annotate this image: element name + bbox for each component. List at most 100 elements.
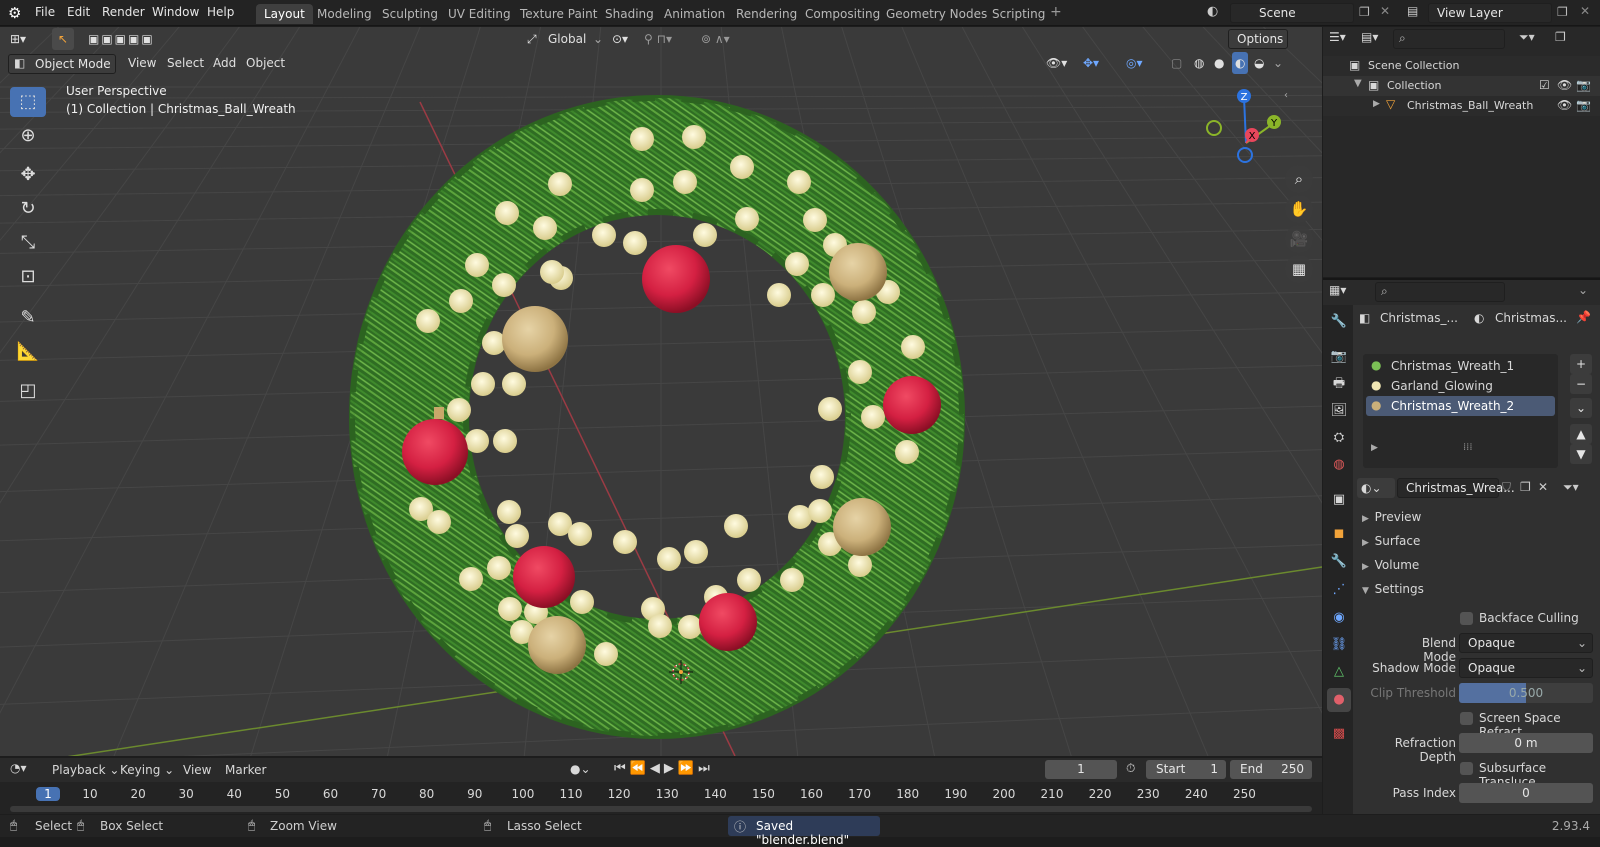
menu-window[interactable]: Window	[152, 5, 199, 19]
zoom-view-icon[interactable]: ⌕	[1285, 165, 1313, 193]
view-layer-tab-icon[interactable]: 🖼	[1327, 399, 1351, 423]
properties-search-input[interactable]	[1375, 282, 1505, 302]
tab-rendering[interactable]: Rendering	[728, 4, 805, 24]
backface-culling-checkbox[interactable]	[1460, 612, 1473, 625]
constraints-tab-icon[interactable]: ⛓	[1327, 633, 1351, 657]
menu-file[interactable]: File	[35, 5, 55, 19]
editor-type-icon[interactable]: ⊞▾	[10, 28, 26, 50]
tab-animation[interactable]: Animation	[656, 4, 733, 24]
xray-icon[interactable]: ▢	[1171, 52, 1182, 74]
gizmo-toggle-icon[interactable]: ✥▾	[1083, 52, 1099, 74]
link-dropdown-icon[interactable]: ⏷▾	[1563, 480, 1579, 495]
menu-help[interactable]: Help	[207, 5, 234, 19]
camera-icon[interactable]: 📷	[1576, 78, 1591, 92]
properties-editor-icon[interactable]: ▦▾	[1329, 283, 1346, 297]
camera-view-icon[interactable]: 🎥	[1285, 225, 1313, 253]
render-tab-icon[interactable]: 📷	[1327, 345, 1351, 369]
duplicate-material-icon[interactable]: ❐	[1520, 480, 1531, 494]
menu-render[interactable]: Render	[102, 5, 145, 19]
tab-geometry-nodes[interactable]: Geometry Nodes	[878, 4, 995, 24]
pin-icon[interactable]: 📌	[1576, 310, 1591, 324]
checkbox-icon[interactable]: ☑	[1539, 78, 1550, 92]
new-collection-icon[interactable]: ❐	[1555, 30, 1566, 44]
material-slot-list[interactable]: ● Christmas_Wreath_1 ● Garland_Glowing ●…	[1363, 354, 1558, 468]
eye-icon[interactable]: 👁	[1557, 98, 1572, 112]
outliner-row-collection[interactable]: ▼ ▣ Collection ☑ 👁 📷	[1323, 76, 1600, 96]
scene-icon[interactable]: ◐	[1207, 4, 1218, 19]
particles-tab-icon[interactable]: ⋰	[1327, 578, 1351, 602]
output-tab-icon[interactable]: 🖶	[1327, 372, 1351, 396]
scene-field[interactable]: Scene	[1230, 3, 1354, 23]
menu-keying[interactable]: Keying ⌄	[120, 763, 174, 777]
overlay-toggle-icon[interactable]: ◎▾	[1126, 52, 1143, 74]
chevron-down-icon[interactable]: ⌄	[1578, 283, 1588, 297]
select-box-tool[interactable]: ⬚	[10, 87, 46, 117]
tab-modeling[interactable]: Modeling	[309, 4, 380, 24]
select-mode-icon[interactable]: ↖	[52, 28, 74, 50]
menu-marker[interactable]: Marker	[225, 763, 266, 777]
screen-space-refraction-checkbox[interactable]	[1460, 712, 1473, 725]
frame-ruler[interactable]: 1 10 20 30 40 50 60 70 80 90 100 110 120 130 140 150 160…	[0, 784, 1322, 806]
sidebar-toggle-chevron-icon[interactable]: ‹	[1284, 90, 1288, 101]
move-slot-down-icon[interactable]: ▼	[1570, 444, 1592, 464]
list-filter-chevron-icon[interactable]: ▶	[1371, 443, 1378, 453]
tab-compositing[interactable]: Compositing	[797, 4, 888, 24]
add-workspace-icon[interactable]: +	[1050, 4, 1062, 20]
view-layer-icon[interactable]: ▤	[1407, 4, 1418, 18]
blender-logo-icon[interactable]: ⚙	[8, 4, 21, 22]
proportional-edit-icon[interactable]: ⊚ ∧▾	[701, 28, 730, 50]
tab-scripting[interactable]: Scripting	[984, 4, 1053, 24]
shading-options-chevron-icon[interactable]: ⌄	[1273, 52, 1283, 74]
material-preview-shading-icon[interactable]: ◐	[1232, 52, 1249, 74]
outliner-row-object[interactable]: ▶ ▽ Christmas_Ball_Wreath 👁 📷	[1323, 96, 1600, 116]
menu-view[interactable]: View	[128, 52, 156, 74]
tab-layout[interactable]: Layout	[256, 4, 313, 24]
ortho-toggle-icon[interactable]: ▦	[1285, 255, 1313, 283]
timeline-editor-icon[interactable]: ◔▾	[10, 761, 27, 775]
collapse-chevron-icon[interactable]: ▶	[1373, 99, 1380, 109]
visibility-icon[interactable]: 👁▾	[1046, 52, 1067, 74]
material-slot-row-selected[interactable]: ● Christmas_Wreath_2	[1366, 396, 1555, 416]
transform-orientation-dropdown[interactable]: Global	[548, 28, 586, 50]
scene-tab-icon[interactable]: ⛭	[1327, 426, 1351, 450]
pass-index-field[interactable]: 0	[1459, 783, 1593, 803]
current-frame-field[interactable]: 1	[1045, 760, 1117, 779]
collection-tab-icon[interactable]: ▣	[1327, 488, 1351, 512]
chevron-down-icon[interactable]: ⌄	[593, 28, 603, 50]
subsurface-translucency-checkbox[interactable]	[1460, 762, 1473, 775]
selection-mode-icons[interactable]: ▣▣▣▣▣	[88, 28, 155, 50]
playback-controls-icons[interactable]: ⏮⏪◀▶⏩⏭	[614, 761, 714, 776]
start-frame-field[interactable]: Start 1	[1146, 760, 1226, 779]
auto-keying-icon[interactable]: ●⌄	[570, 762, 591, 776]
object-tab-icon[interactable]: ◼	[1327, 522, 1351, 546]
pan-view-icon[interactable]: ✋	[1285, 195, 1313, 223]
tab-sculpting[interactable]: Sculpting	[374, 4, 446, 24]
material-tab-icon[interactable]: ●	[1327, 688, 1351, 712]
add-cube-tool[interactable]: ◰	[10, 376, 46, 406]
filter-icon[interactable]: ⏷▾	[1519, 30, 1535, 45]
blend-mode-dropdown[interactable]: Opaque ⌄	[1459, 633, 1593, 653]
texture-tab-icon[interactable]: ▩	[1327, 722, 1351, 746]
fake-user-shield-icon[interactable]: ⛉	[1502, 480, 1511, 495]
rotate-tool[interactable]: ↻	[10, 194, 46, 224]
menu-add[interactable]: Add	[213, 52, 236, 74]
display-mode-icon[interactable]: ▤▾	[1361, 30, 1378, 44]
tool-tab-icon[interactable]: 🔧	[1327, 310, 1351, 334]
panel-preview[interactable]: ▶ Preview	[1362, 510, 1421, 524]
physics-tab-icon[interactable]: ◉	[1327, 606, 1351, 630]
preview-range-clock-icon[interactable]: ⏱	[1126, 761, 1135, 776]
outliner-editor-icon[interactable]: ☰▾	[1329, 30, 1346, 44]
refraction-depth-field[interactable]: 0 m	[1459, 733, 1593, 753]
modifier-tab-icon[interactable]: 🔧	[1327, 550, 1351, 574]
unlink-material-icon[interactable]: ✕	[1538, 480, 1548, 494]
panel-surface[interactable]: ▶ Surface	[1362, 534, 1420, 548]
options-dropdown[interactable]: Options ⌄	[1228, 29, 1288, 64]
measure-tool[interactable]: 📐	[10, 337, 46, 367]
remove-view-layer-icon[interactable]: ✕	[1580, 4, 1590, 18]
material-slot-row[interactable]: ● Garland_Glowing	[1366, 376, 1555, 396]
3d-viewport[interactable]: ⊞▾ ↖ ▣▣▣▣▣ ⤢ Global ⌄ ⊙▾ ⚲ ⊓▾ ⊚ ∧▾ Optio…	[0, 27, 1322, 756]
camera-icon[interactable]: 📷	[1576, 98, 1591, 112]
browse-material-button[interactable]: ◐⌄	[1357, 478, 1395, 498]
menu-edit[interactable]: Edit	[67, 5, 90, 19]
cursor-tool[interactable]: ⊕	[10, 121, 46, 151]
